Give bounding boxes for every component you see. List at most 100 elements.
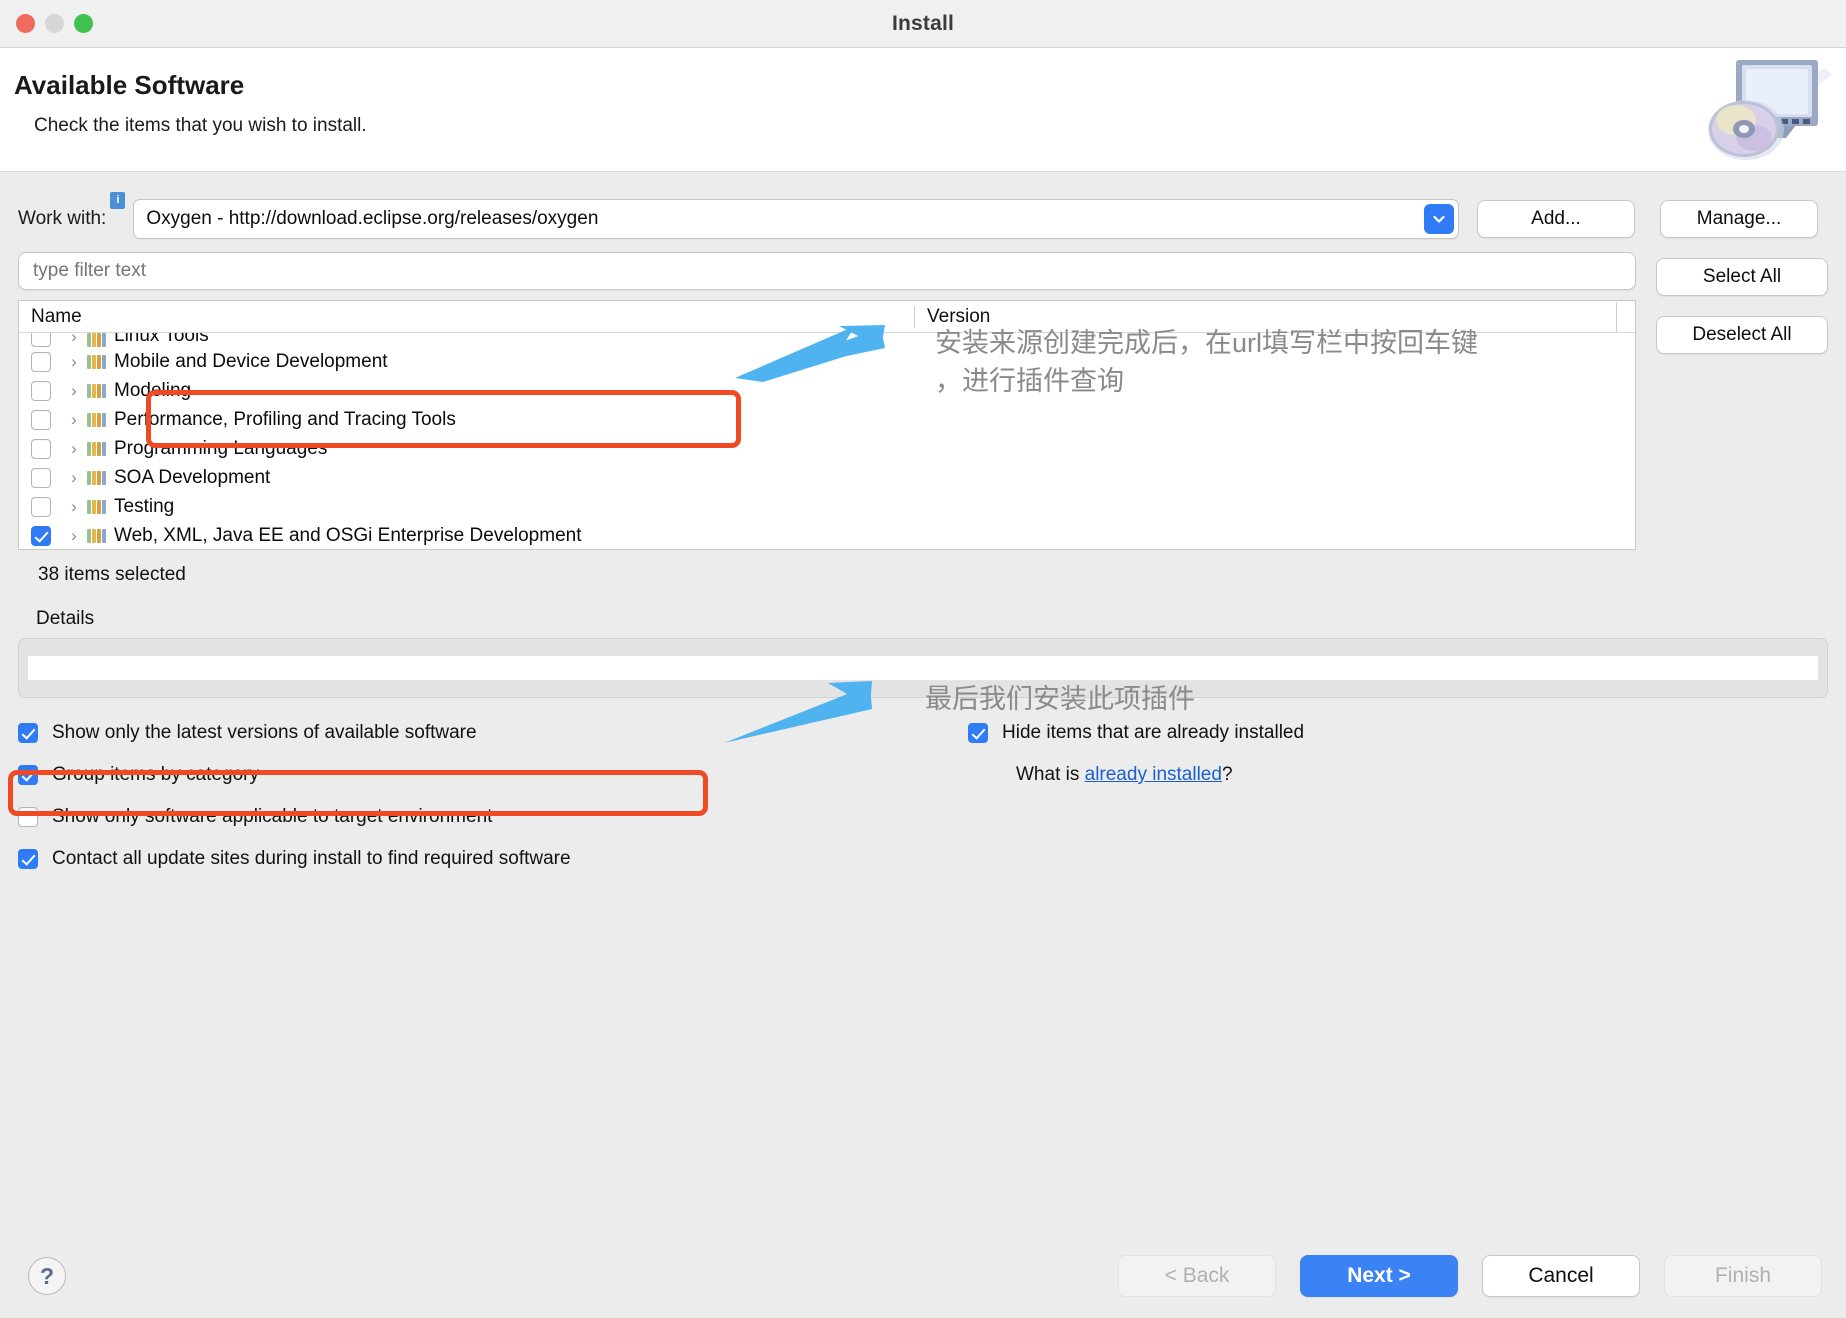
row-checkbox[interactable] (31, 525, 51, 546)
work-with-label: Work with: (18, 208, 107, 229)
row-label: Mobile and Device Development (114, 350, 388, 372)
chevron-right-icon[interactable]: › (61, 333, 87, 347)
row-checkbox[interactable] (31, 380, 51, 401)
table-row[interactable]: › Web, XML, Java EE and OSGi Enterprise D… (19, 521, 1635, 549)
chevron-down-icon[interactable] (1424, 204, 1454, 234)
row-label: Web, XML, Java EE and OSGi Enterprise De… (114, 524, 582, 546)
category-icon (87, 333, 106, 347)
monitor-cd-icon (1706, 52, 1838, 164)
options-left-column: Show only the latest versions of availab… (18, 722, 938, 890)
select-all-button[interactable]: Select All (1656, 258, 1828, 296)
software-selection-area: Name Version › Linux Tools › Mobile and Dev… (0, 252, 1846, 586)
options-section: Show only the latest versions of availab… (0, 722, 1846, 890)
chevron-right-icon[interactable]: › (61, 410, 87, 430)
table-row[interactable]: › Performance, Profiling and Tracing Tool… (19, 405, 1635, 434)
tree-column-headers: Name Version (19, 301, 1635, 333)
category-icon (87, 354, 106, 369)
option-checkbox[interactable] (18, 849, 38, 869)
chevron-right-icon[interactable]: › (61, 381, 87, 401)
row-checkbox[interactable] (31, 467, 51, 488)
dialog-header: Available Software Check the items that … (0, 48, 1846, 172)
chevron-right-icon[interactable]: › (61, 352, 87, 372)
add-repository-button[interactable]: Add... (1477, 200, 1635, 238)
column-header-version[interactable]: Version (914, 301, 1635, 332)
option-checkbox[interactable] (18, 765, 38, 785)
details-text-field[interactable] (27, 655, 1819, 681)
details-section: Details (18, 608, 1828, 698)
option-label: Show only software applicable to target … (52, 806, 493, 827)
row-checkbox[interactable] (31, 351, 51, 372)
table-row[interactable]: › Linux Tools (19, 333, 1635, 347)
table-row[interactable]: › SOA Development (19, 463, 1635, 492)
already-installed-link[interactable]: already installed (1085, 764, 1222, 785)
category-icon (87, 383, 106, 398)
work-with-combo-input[interactable]: Oxygen - http://download.eclipse.org/rel… (133, 199, 1459, 239)
category-icon (87, 441, 106, 456)
row-label: SOA Development (114, 466, 271, 488)
table-row[interactable]: › Mobile and Device Development (19, 347, 1635, 376)
wizard-buttons: < Back Next > Cancel Finish (1118, 1255, 1822, 1297)
software-tree-panel[interactable]: Name Version › Linux Tools › Mobile and Dev… (18, 300, 1636, 550)
list-action-buttons: Select All Deselect All (1656, 252, 1828, 586)
whatis-suffix: ? (1221, 764, 1233, 785)
row-checkbox[interactable] (31, 496, 51, 517)
row-label: Testing (114, 495, 175, 517)
option-label: Hide items that are already installed (1002, 722, 1305, 743)
dialog-body: Work with: i Oxygen - http://download.ec… (0, 172, 1846, 1318)
next-button[interactable]: Next > (1300, 1255, 1458, 1297)
work-with-row: Work with: i Oxygen - http://download.ec… (0, 172, 1846, 246)
row-label: Programming Languages (114, 437, 328, 459)
category-icon (87, 499, 106, 514)
what-is-already-installed-text: What is already installed? (1016, 764, 1828, 786)
details-label: Details (36, 608, 95, 629)
option-row[interactable]: Group items by category (18, 764, 938, 786)
window-title: Install (891, 11, 955, 35)
option-checkbox[interactable] (18, 723, 38, 743)
row-label: Modeling (114, 379, 192, 401)
chevron-right-icon[interactable]: › (61, 468, 87, 488)
row-checkbox[interactable] (31, 438, 51, 459)
option-label: Group items by category (52, 764, 259, 785)
row-label: Linux Tools (114, 333, 209, 346)
chevron-right-icon[interactable]: › (61, 526, 87, 546)
option-checkbox[interactable] (968, 723, 988, 743)
help-icon[interactable]: ? (28, 1257, 66, 1295)
deselect-all-button[interactable]: Deselect All (1656, 316, 1828, 354)
title-bar: Install (0, 0, 1846, 48)
options-right-list: Hide items that are already installed (968, 722, 1828, 744)
work-with-combo-wrapper: Oxygen - http://download.eclipse.org/rel… (133, 199, 1459, 239)
options-right-column: Hide items that are already installed Wh… (938, 722, 1828, 890)
option-label: Show only the latest versions of availab… (52, 722, 477, 743)
finish-button[interactable]: Finish (1664, 1255, 1822, 1297)
whatis-prefix: What is (1016, 764, 1085, 785)
back-button[interactable]: < Back (1118, 1255, 1276, 1297)
option-label: Contact all update sites during install … (52, 848, 571, 869)
chevron-right-icon[interactable]: › (61, 497, 87, 517)
column-header-name[interactable]: Name (19, 306, 914, 328)
table-row[interactable]: › Modeling (19, 376, 1635, 405)
option-checkbox[interactable] (18, 807, 38, 827)
row-label: Performance, Profiling and Tracing Tools (114, 408, 456, 430)
chevron-right-icon[interactable]: › (61, 439, 87, 459)
category-icon (87, 470, 106, 485)
option-row[interactable]: Show only the latest versions of availab… (18, 722, 938, 744)
page-subtitle: Check the items that you wish to install… (34, 115, 367, 136)
option-row[interactable]: Hide items that are already installed (968, 722, 1828, 744)
option-row[interactable]: Show only software applicable to target … (18, 806, 938, 828)
details-box (18, 638, 1828, 698)
software-list-column: Name Version › Linux Tools › Mobile and Dev… (18, 252, 1636, 586)
table-row[interactable]: › Testing (19, 492, 1635, 521)
manage-repositories-button[interactable]: Manage... (1660, 200, 1818, 238)
cancel-button[interactable]: Cancel (1482, 1255, 1640, 1297)
table-row[interactable]: › Programming Languages (19, 434, 1635, 463)
category-icon (87, 528, 106, 543)
category-icon (87, 412, 106, 427)
row-checkbox[interactable] (31, 409, 51, 430)
page-title: Available Software (14, 70, 245, 100)
row-checkbox[interactable] (31, 333, 51, 347)
install-dialog-window: Install Available Software Check the ite… (0, 0, 1846, 1318)
items-selected-status: 38 items selected (38, 564, 186, 585)
filter-input[interactable] (18, 252, 1636, 290)
info-icon[interactable]: i (110, 192, 126, 209)
option-row[interactable]: Contact all update sites during install … (18, 848, 938, 870)
